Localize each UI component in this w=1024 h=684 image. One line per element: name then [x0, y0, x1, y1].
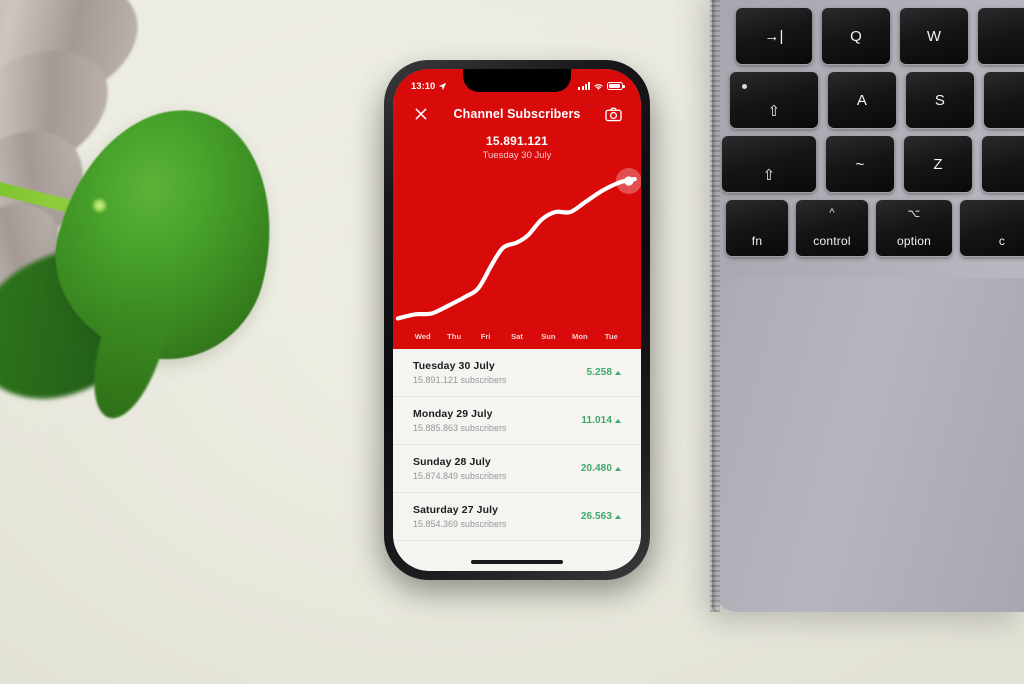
caps-lock-key-label: ⇧: [767, 103, 781, 120]
list-item-change: 20.480: [581, 463, 621, 474]
phone-bezel: 13:10 Channel Subscribers 15.891.121 Tue…: [393, 69, 641, 571]
list-item-delta: 11.014: [581, 415, 612, 426]
x-label-fri: Fri: [480, 332, 491, 341]
status-bar-left: 13:10: [411, 81, 447, 92]
x-label-sat: Sat: [511, 332, 523, 341]
laptop-device: →| Q W ⇧ A S ⇧ ~ Z fn ^ control ⌥ option…: [710, 0, 1024, 620]
d-key[interactable]: [984, 72, 1024, 128]
list-item-change: 5.258: [586, 367, 621, 378]
control-key-label: control: [813, 234, 851, 248]
chart-marker-dot[interactable]: [624, 176, 634, 186]
control-caret-icon: ^: [829, 207, 835, 219]
option-key[interactable]: ⌥ option: [876, 200, 952, 256]
list-item-delta: 26.563: [580, 511, 612, 522]
trend-up-icon: [615, 466, 621, 471]
x-label-mon: Mon: [572, 332, 588, 341]
close-icon[interactable]: [411, 104, 431, 124]
list-item-delta: 5.258: [586, 367, 612, 378]
laptop-hinge: [710, 0, 720, 612]
s-key-label: S: [934, 91, 946, 109]
list-item-subtitle: 15.874.849 subscribers: [413, 471, 507, 481]
x-label-wed: Wed: [414, 332, 431, 341]
list-item-text: Tuesday 30 July 15.891.121 subscribers: [413, 360, 507, 385]
w-key-label: W: [926, 27, 942, 45]
caps-lock-indicator: [742, 84, 747, 89]
chart-x-axis-labels: Wed Thu Fri Sat Sun Mon Tue: [393, 330, 641, 349]
list-item-title: Monday 29 July: [413, 408, 493, 420]
trend-up-icon: [615, 514, 621, 519]
trend-up-icon: [615, 418, 621, 423]
a-key-label: A: [856, 91, 868, 109]
summary-block: 15.891.121 Tuesday 30 July: [393, 128, 641, 163]
trend-up-icon: [615, 370, 621, 375]
q-key-label: Q: [850, 27, 862, 45]
option-key-label: option: [897, 234, 931, 248]
shift-key-label: ⇧: [762, 167, 776, 184]
list-item[interactable]: Monday 29 July 15.885.863 subscribers 11…: [393, 397, 641, 445]
home-indicator[interactable]: [471, 560, 563, 564]
wifi-icon: [594, 83, 603, 90]
control-key[interactable]: ^ control: [796, 200, 868, 256]
list-item-title: Saturday 27 July: [413, 504, 499, 516]
tab-key-label: →|: [764, 27, 784, 45]
list-item-subtitle: 15.891.121 subscribers: [413, 375, 507, 385]
list-item-change: 26.563: [581, 511, 621, 522]
camera-icon[interactable]: [603, 104, 623, 124]
q-key[interactable]: Q: [822, 8, 890, 64]
status-bar-right: [578, 82, 625, 91]
z-key-label: Z: [933, 155, 943, 173]
phone-notch: [463, 69, 571, 92]
list-item-title: Tuesday 30 July: [413, 360, 495, 372]
cellular-signal-icon: [578, 82, 590, 90]
summary-value: 15.891.121: [485, 134, 549, 148]
navigation-bar: Channel Subscribers: [393, 96, 641, 128]
x-label-tue: Tue: [604, 332, 618, 341]
x-label-sun: Sun: [541, 332, 556, 341]
list-item[interactable]: Tuesday 30 July 15.891.121 subscribers 5…: [393, 349, 641, 397]
list-item[interactable]: Saturday 27 July 15.854.369 subscribers …: [393, 493, 641, 541]
z-key[interactable]: Z: [904, 136, 972, 192]
list-item-text: Sunday 28 July 15.874.849 subscribers: [413, 456, 507, 481]
w-key[interactable]: W: [900, 8, 968, 64]
location-arrow-icon: [439, 82, 447, 90]
status-time: 13:10: [411, 80, 436, 92]
subscribers-line-chart[interactable]: [393, 165, 641, 330]
list-item-change: 11.014: [581, 415, 621, 426]
fn-key[interactable]: fn: [726, 200, 788, 256]
e-key[interactable]: [978, 8, 1024, 64]
list-item-subtitle: 15.854.369 subscribers: [413, 519, 507, 529]
page-title: Channel Subscribers: [453, 107, 581, 121]
chart-panel: 13:10 Channel Subscribers 15.891.121 Tue…: [393, 69, 641, 349]
command-key[interactable]: c: [960, 200, 1024, 256]
tilde-key[interactable]: ~: [826, 136, 894, 192]
summary-date: Tuesday 30 July: [482, 150, 552, 161]
chart-svg: [393, 168, 641, 330]
command-key-label: c: [998, 234, 1006, 248]
fn-key-label: fn: [751, 234, 763, 248]
list-item-text: Saturday 27 July 15.854.369 subscribers: [413, 504, 507, 529]
list-item-title: Sunday 28 July: [413, 456, 491, 468]
daily-subscribers-list: Tuesday 30 July 15.891.121 subscribers 5…: [393, 349, 641, 571]
list-item-delta: 20.480: [580, 463, 612, 474]
a-key[interactable]: A: [828, 72, 896, 128]
chart-line: [398, 179, 635, 318]
x-label-thu: Thu: [447, 332, 462, 341]
battery-icon: [607, 82, 625, 90]
list-item-subtitle: 15.885.863 subscribers: [413, 423, 507, 433]
tab-key[interactable]: →|: [736, 8, 812, 64]
caps-lock-key[interactable]: ⇧: [730, 72, 818, 128]
shift-key[interactable]: ⇧: [722, 136, 816, 192]
phone-screen: 13:10 Channel Subscribers 15.891.121 Tue…: [393, 69, 641, 571]
phone-device: 13:10 Channel Subscribers 15.891.121 Tue…: [384, 60, 650, 580]
list-item[interactable]: Sunday 28 July 15.874.849 subscribers 20…: [393, 445, 641, 493]
x-key[interactable]: [982, 136, 1024, 192]
s-key[interactable]: S: [906, 72, 974, 128]
leaf-highlight: [92, 198, 107, 213]
plant-decoration: [0, 0, 330, 440]
list-item-text: Monday 29 July 15.885.863 subscribers: [413, 408, 507, 433]
option-glyph-icon: ⌥: [907, 208, 921, 220]
tilde-key-label: ~: [855, 155, 865, 173]
